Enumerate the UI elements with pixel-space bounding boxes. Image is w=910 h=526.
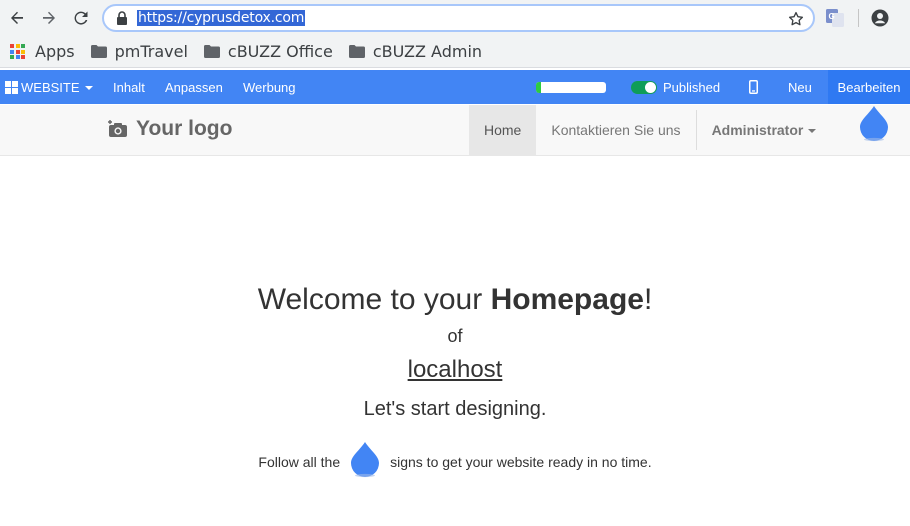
bookmark-label: pmTravel	[114, 42, 188, 61]
welcome-homepage: Homepage	[490, 283, 644, 316]
published-toggle[interactable]	[631, 81, 657, 94]
reload-button[interactable]	[71, 8, 91, 28]
welcome-suffix: !	[643, 283, 653, 316]
browser-toolbar: https://cyprusdetox.com G	[0, 0, 910, 36]
camera-add-icon	[108, 120, 127, 137]
mobile-phone-icon	[749, 80, 758, 94]
site-nav: Home Kontaktieren Sie uns Administrator	[469, 105, 831, 155]
bookmark-cbuzz-admin[interactable]: cBUZZ Admin	[348, 42, 483, 61]
lock-icon	[117, 11, 127, 25]
star-icon[interactable]	[787, 10, 805, 28]
drop-hint-icon[interactable]	[858, 104, 890, 142]
website-menu[interactable]: WEBSITE	[5, 70, 93, 104]
logo-text: Your logo	[136, 117, 233, 140]
hint-suffix: signs to get your website ready in no ti…	[390, 454, 652, 470]
bookmark-label: Apps	[35, 42, 75, 61]
nav-contact[interactable]: Kontaktieren Sie uns	[536, 105, 695, 155]
url-text[interactable]: https://cyprusdetox.com	[137, 10, 306, 26]
published-label: Published	[663, 79, 721, 95]
bookmark-pmtravel[interactable]: pmTravel	[90, 42, 188, 61]
welcome-prefix: Welcome to your	[257, 283, 491, 316]
neu-button[interactable]: Neu	[788, 70, 812, 104]
bookmarks-bar: Apps pmTravel cBUZZ Office cBUZZ Admin	[0, 36, 910, 68]
account-circle-icon[interactable]	[871, 9, 889, 27]
grid-icon	[5, 80, 18, 94]
folder-icon	[348, 45, 365, 58]
reload-icon	[74, 11, 88, 25]
start-designing-text: Let's start designing.	[363, 398, 547, 420]
svg-text:G: G	[829, 12, 835, 21]
of-text: of	[447, 326, 463, 346]
bookmark-cbuzz-office[interactable]: cBUZZ Office	[203, 42, 333, 61]
folder-icon	[90, 45, 107, 58]
hint-drop-container	[348, 440, 382, 478]
nav-home-label: Home	[484, 122, 522, 138]
forward-button[interactable]	[39, 8, 59, 28]
inhalt-menu[interactable]: Inhalt	[113, 70, 145, 104]
nav-home[interactable]: Home	[469, 105, 537, 155]
apps-grid-icon	[10, 44, 25, 59]
published-status[interactable]: Published	[663, 70, 720, 104]
anpassen-label: Anpassen	[165, 79, 223, 95]
werbung-label: Werbung	[243, 79, 296, 95]
address-bar[interactable]: https://cyprusdetox.com	[102, 4, 815, 32]
werbung-menu[interactable]: Werbung	[243, 70, 296, 104]
bookmark-apps[interactable]: Apps	[10, 42, 75, 61]
arrow-right-icon	[43, 11, 55, 24]
administrator-menu[interactable]: Administrator	[697, 105, 832, 155]
bookmark-label: cBUZZ Office	[227, 42, 333, 61]
site-logo[interactable]: Your logo	[108, 117, 232, 141]
bearbeiten-button[interactable]: Bearbeiten	[828, 70, 910, 104]
arrow-left-icon	[11, 11, 23, 24]
caret-down-icon	[84, 85, 93, 90]
welcome-heading: Welcome to your Homepage!	[0, 280, 910, 320]
back-button[interactable]	[7, 8, 27, 28]
bookmark-label: cBUZZ Admin	[372, 42, 483, 61]
google-translate-icon[interactable]: G	[826, 9, 844, 27]
site-link[interactable]: localhost	[408, 354, 503, 386]
mobile-preview-button[interactable]	[749, 70, 758, 104]
neu-label: Neu	[788, 79, 812, 95]
nav-contact-label: Kontaktieren Sie uns	[551, 122, 681, 138]
folder-icon	[203, 45, 220, 58]
website-menu-label: WEBSITE	[21, 79, 80, 95]
welcome-section: Welcome to your Homepage! of localhost L…	[0, 280, 910, 422]
inhalt-label: Inhalt	[113, 79, 145, 95]
hint-line: Follow all the signs to get your website…	[0, 442, 910, 480]
progress-fill	[536, 82, 541, 93]
hint-prefix: Follow all the	[258, 454, 341, 470]
bearbeiten-label: Bearbeiten	[837, 79, 901, 95]
cms-toolbar: WEBSITE Inhalt Anpassen Werbung Publishe…	[0, 70, 910, 104]
administrator-label: Administrator	[711, 122, 804, 138]
setup-progress-bar	[536, 82, 606, 93]
site-header: Your logo Home Kontaktieren Sie uns Admi…	[0, 105, 910, 156]
caret-down-icon	[808, 128, 817, 133]
toolbar-divider	[858, 9, 859, 27]
anpassen-menu[interactable]: Anpassen	[165, 70, 223, 104]
drop-hint-icon	[351, 442, 380, 478]
